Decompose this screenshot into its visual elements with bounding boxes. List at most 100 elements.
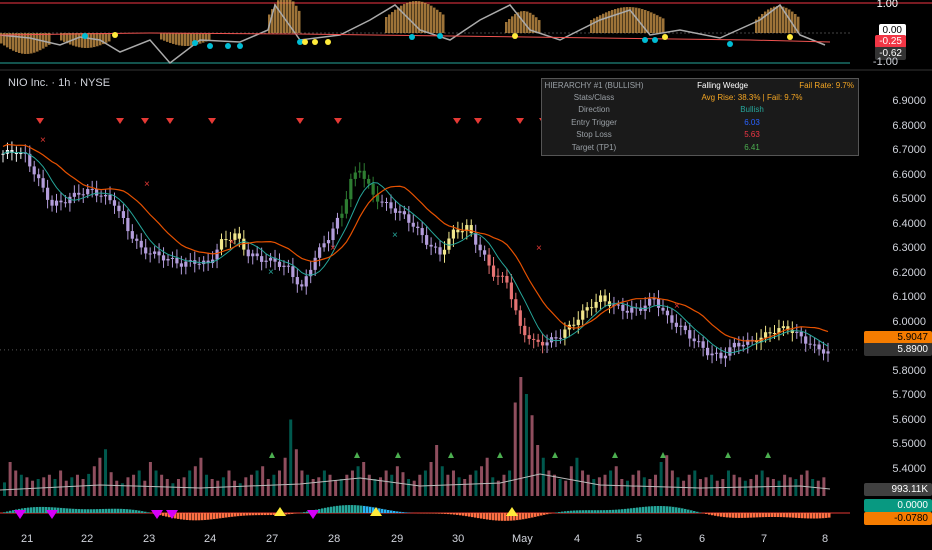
x-marker: × [674, 301, 680, 312]
lower-hist [690, 510, 693, 513]
x-marker: × [144, 179, 150, 190]
lower-hist [603, 510, 606, 513]
candle-body [509, 282, 513, 300]
candle-body [282, 265, 286, 267]
volume-bar [261, 466, 265, 496]
ma-slow [2, 143, 829, 342]
lower-hist [666, 506, 669, 513]
time-tick: 24 [204, 533, 217, 545]
osc-bar [424, 2, 427, 33]
candle-body [438, 247, 442, 255]
osc-bar [538, 20, 541, 33]
volume-bar [457, 477, 461, 496]
time-tick: 8 [822, 533, 829, 545]
lower-hist [345, 505, 348, 513]
volume-signal [552, 452, 558, 458]
lower-hist [591, 510, 594, 513]
lower-hist [381, 508, 384, 513]
x-marker: × [229, 237, 235, 248]
lower-hist [114, 508, 117, 513]
volume-bar [743, 480, 747, 496]
lower-sell-marker [14, 510, 26, 519]
lower-hist [207, 513, 210, 520]
volume-bar [597, 477, 601, 496]
lower-hist [540, 513, 543, 516]
lower-hist [528, 513, 531, 519]
volume-bar [227, 470, 231, 496]
osc-bar [181, 33, 184, 46]
lower-osc-tag-1: 0.0000 [864, 499, 932, 512]
osc-dot [302, 39, 308, 45]
lower-hist [84, 509, 87, 513]
candle-body [349, 178, 353, 200]
candle-body [161, 255, 166, 261]
volume-bar [609, 470, 613, 496]
lower-hist [195, 513, 198, 521]
osc-bar [69, 33, 72, 45]
candle-body [554, 337, 558, 339]
volume-bar [777, 480, 781, 496]
lower-hist [654, 506, 657, 513]
osc-bar [656, 15, 659, 33]
lower-hist [708, 513, 711, 515]
osc-bar [90, 33, 93, 48]
osc-dot [207, 43, 213, 49]
osc-bar [208, 33, 211, 41]
lower-hist [102, 508, 105, 513]
lower-hist [363, 505, 366, 513]
x-marker-buy: × [268, 267, 274, 278]
osc-bar [45, 33, 48, 47]
osc-bar [596, 16, 599, 33]
osc-bar [33, 33, 36, 53]
lower-hist [444, 513, 447, 514]
lower-hist [366, 506, 369, 513]
candle-body [688, 330, 692, 339]
candle-body [474, 233, 478, 245]
volume-bar [553, 474, 556, 496]
candle-body [487, 254, 491, 266]
lower-hist [801, 513, 804, 519]
candle-body [679, 325, 683, 327]
osc-bar [160, 33, 163, 40]
lower-hist [822, 513, 825, 519]
candle-body [300, 284, 304, 287]
volume-bar [317, 477, 321, 496]
osc-bar [409, 1, 412, 33]
lower-hist [327, 507, 330, 513]
candle-body [260, 256, 264, 262]
volume-bar [502, 474, 506, 496]
osc-dot [192, 40, 198, 46]
volume-bar [160, 474, 164, 496]
lower-hist [255, 513, 258, 516]
lower-hist [501, 513, 504, 521]
lower-hist [462, 513, 465, 516]
volume-signal [725, 452, 731, 458]
lower-hist [189, 513, 192, 521]
osc-bar [779, 6, 782, 33]
sell-marker [116, 118, 124, 124]
osc-dot [652, 37, 658, 43]
lower-hist [693, 511, 696, 513]
lower-hist [42, 506, 45, 513]
volume-bar [654, 474, 658, 496]
lower-hist [642, 506, 645, 513]
lower-hist [111, 508, 114, 513]
candle-body [630, 307, 634, 313]
volume-bar [249, 474, 253, 496]
lower-hist [330, 506, 333, 513]
lower-hist [144, 511, 147, 513]
info-fail-rate: Fail Rate: 9.7% [799, 80, 854, 90]
candle-body [496, 275, 500, 277]
lower-hist [183, 513, 186, 520]
time-tick: 6 [699, 533, 706, 545]
candle-body [741, 344, 745, 347]
osc-bar [277, 0, 280, 34]
lower-hist [69, 508, 72, 513]
volume-bar [474, 470, 478, 496]
lower-hist [744, 513, 747, 518]
lower-hist [249, 513, 252, 516]
volume-bar [468, 474, 472, 496]
lower-hist [120, 508, 123, 513]
lower-oscillator-pane [0, 505, 850, 521]
lower-hist [234, 513, 237, 517]
